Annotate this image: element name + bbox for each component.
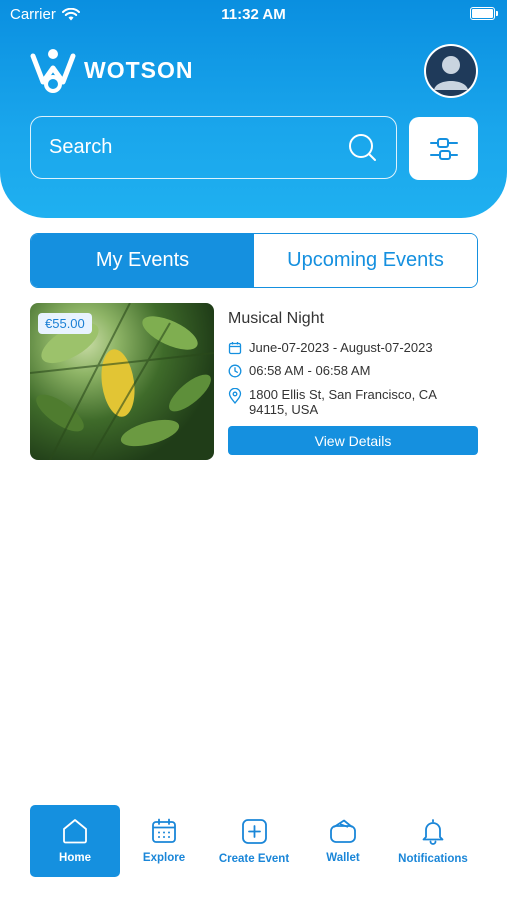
bottom-nav: Home Explore Create Event Wallet Notific… (0, 800, 507, 900)
nav-item-notifications[interactable]: Notifications (388, 805, 478, 877)
bell-icon (422, 818, 444, 845)
nav-item-explore[interactable]: Explore (124, 805, 204, 877)
header: Carrier 11:32 AM WOTSON Search (0, 0, 507, 218)
event-card[interactable]: €55.00 Musical Night June-07-2023 - Augu… (30, 303, 478, 460)
tab-my-events[interactable]: My Events (31, 234, 254, 287)
battery-icon (470, 7, 498, 20)
event-date-row: June-07-2023 - August-07-2023 (228, 340, 478, 355)
status-time: 11:32 AM (221, 6, 286, 23)
search-icon[interactable] (348, 133, 378, 163)
nav-label-home: Home (59, 852, 91, 864)
clock-icon (228, 364, 242, 378)
user-avatar-icon (426, 46, 476, 96)
event-title: Musical Night (228, 310, 325, 327)
filter-sliders-icon (429, 137, 458, 160)
avatar[interactable] (424, 44, 478, 98)
event-time: 06:58 AM - 06:58 AM (249, 363, 371, 378)
nav-label-notifications: Notifications (398, 852, 468, 865)
view-details-button[interactable]: View Details (228, 426, 478, 455)
nav-item-wallet[interactable]: Wallet (306, 805, 380, 877)
brand-logo: WOTSON (30, 46, 194, 94)
filter-button[interactable] (409, 117, 478, 180)
event-date: June-07-2023 - August-07-2023 (249, 340, 433, 355)
nav-item-home[interactable]: Home (30, 805, 120, 877)
nav-label-create-event: Create Event (218, 852, 290, 865)
brand-name: WOTSON (84, 56, 194, 83)
plus-square-icon (241, 818, 267, 844)
nav-label-explore: Explore (142, 852, 186, 864)
search-placeholder: Search (49, 136, 113, 158)
wallet-icon (330, 819, 356, 843)
location-pin-icon (228, 388, 242, 404)
event-time-row: 06:58 AM - 06:58 AM (228, 363, 478, 378)
event-tabs: My Events Upcoming Events (30, 233, 478, 288)
price-badge: €55.00 (38, 313, 92, 334)
nav-label-wallet: Wallet (326, 852, 360, 864)
tab-upcoming-events[interactable]: Upcoming Events (254, 234, 477, 287)
calendar-icon (152, 818, 176, 843)
event-address: 1800 Ellis St, San Francisco, CA 94115, … (249, 387, 437, 417)
event-address-row: 1800 Ellis St, San Francisco, CA 94115, … (228, 387, 478, 417)
nav-item-create-event[interactable]: Create Event (208, 805, 300, 877)
wotson-logo-icon (30, 49, 76, 93)
calendar-icon (228, 342, 242, 355)
home-icon (63, 819, 87, 844)
search-input[interactable]: Search (30, 116, 397, 179)
status-bar: Carrier 11:32 AM (0, 0, 507, 28)
event-image: €55.00 (30, 303, 214, 460)
